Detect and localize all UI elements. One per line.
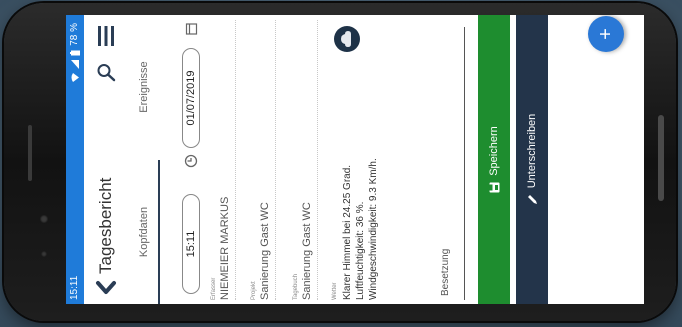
projekt-field[interactable]: Projekt Sanierung Gast WC [251, 15, 281, 304]
sign-button[interactable]: Unterschreiben [516, 15, 548, 304]
add-fab-button[interactable]: + [588, 16, 624, 52]
divider [275, 20, 276, 300]
floppy-disk-icon [489, 182, 499, 193]
save-button-label: Speichern [488, 126, 500, 176]
phone-frame: 15:11 78 % Tagesbericht Kopfdaten Ereign… [4, 3, 676, 321]
erfasser-label: Erfasser [211, 277, 217, 300]
pen-icon [527, 195, 537, 205]
time-field[interactable]: 15:11 [182, 194, 200, 294]
tab-ereignisse-label: Ereignisse [138, 61, 150, 113]
hamburger-menu-icon[interactable] [97, 26, 115, 46]
erfasser-value: NIEMEIER MARKUS [219, 196, 231, 300]
tagebuch-field[interactable]: Tagebuch Sanierung Gast WC [293, 15, 323, 304]
divider [317, 20, 318, 300]
status-time: 15:11 [69, 275, 80, 300]
page-title: Tagesbericht [96, 177, 115, 274]
erfasser-field: Erfasser NIEMEIER MARKUS [211, 15, 241, 304]
proximity-sensor [41, 251, 47, 257]
search-icon[interactable] [96, 62, 116, 82]
weather-description: Klarer Himmel bei 24.25 Grad. Luftfeucht… [341, 158, 380, 300]
calendar-icon[interactable] [184, 22, 198, 36]
projekt-label: Projekt [251, 281, 257, 300]
weather-line-1: Klarer Himmel bei 24.25 Grad. [342, 164, 353, 300]
divider [235, 20, 236, 300]
time-value: 15:11 [185, 230, 197, 258]
weather-line-3: Windgeschwindigkeit: 9.3 Km/h. [368, 158, 379, 300]
wetter-field[interactable]: Wetter Klarer Himmel bei 24.25 Grad. Luf… [332, 15, 394, 304]
tab-ereignisse[interactable]: Ereignisse [134, 15, 158, 159]
app-bar: Tagesbericht [84, 15, 128, 304]
weather-cloud-badge[interactable] [334, 26, 360, 52]
wetter-label: Wetter [332, 282, 338, 300]
battery-level: 78 % [69, 23, 80, 46]
tagebuch-label: Tagebuch [293, 273, 299, 300]
weather-line-2: Luftfeuchtigkeit: 36 %. [355, 201, 366, 300]
status-icons: 78 % [69, 23, 80, 82]
front-camera [40, 215, 48, 223]
right-speaker-grille [658, 115, 664, 201]
plus-icon: + [595, 28, 617, 40]
tab-bar: Kopfdaten Ereignisse [128, 15, 162, 304]
besetzung-field[interactable]: Besetzung [406, 15, 468, 304]
projekt-value: Sanierung Gast WC [259, 202, 271, 300]
besetzung-label: Besetzung [440, 248, 451, 296]
date-value: 01/07/2019 [185, 70, 197, 126]
wifi-icon [71, 72, 79, 82]
tab-kopfdaten-label: Kopfdaten [138, 206, 150, 258]
left-speaker-grille [28, 125, 32, 181]
app-portrait-view: 15:11 78 % Tagesbericht Kopfdaten Ereign… [66, 15, 644, 304]
screen: 15:11 78 % Tagesbericht Kopfdaten Ereign… [66, 15, 644, 304]
besetzung-input[interactable] [406, 27, 465, 300]
back-chevron-icon[interactable] [94, 276, 118, 298]
sign-button-label: Unterschreiben [526, 113, 538, 189]
save-button[interactable]: Speichern [478, 15, 510, 304]
tagebuch-value: Sanierung Gast WC [301, 202, 313, 300]
tab-kopfdaten[interactable]: Kopfdaten [134, 160, 160, 304]
signal-icon [70, 59, 79, 69]
status-bar: 15:11 78 % [66, 15, 84, 304]
battery-icon [69, 50, 80, 56]
date-field[interactable]: 01/07/2019 [182, 48, 200, 148]
time-date-row: 15:11 01/07/2019 [178, 15, 208, 304]
clock-icon[interactable] [184, 154, 198, 168]
cloud-icon [341, 31, 351, 47]
